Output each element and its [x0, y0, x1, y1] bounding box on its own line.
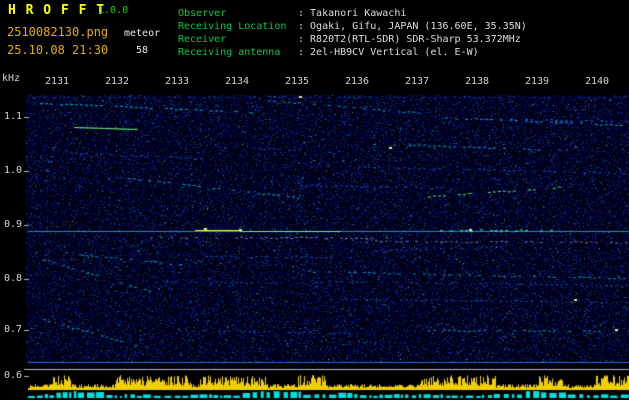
y-tick-label: 0.9 [4, 219, 23, 230]
echo-count: 58 [136, 45, 149, 56]
y-tick-label: 1.0 [4, 165, 23, 176]
hrofft-window: H R O F F T 1.0.0 2510082130.png meteor … [0, 0, 629, 400]
info-value: : R820T2(RTL-SDR) SDR-Sharp 53.372MHz [298, 34, 521, 45]
output-filename: 2510082130.png [7, 25, 109, 39]
spectrogram-canvas [0, 72, 629, 400]
x-tick-label: 2134 [224, 76, 250, 87]
info-label: Receiver [178, 34, 227, 45]
info-value: : Ogaki, Gifu, JAPAN (136.60E, 35.35N) [298, 21, 527, 32]
y-tick-label: 0.8 [4, 273, 23, 284]
y-tick-label: 0.6 [4, 370, 23, 381]
app-title: H R O F F T [8, 3, 106, 18]
info-label: Observer [178, 8, 227, 19]
x-tick-label: 2138 [464, 76, 490, 87]
x-tick-label: 2137 [404, 76, 430, 87]
x-tick-label: 2135 [284, 76, 310, 87]
x-tick-label: 2133 [164, 76, 190, 87]
info-value: : Takanori Kawachi [298, 8, 407, 19]
y-tick-label: 0.7 [4, 324, 23, 335]
station-info: Observer : Takanori Kawachi Receiving Loc… [178, 7, 527, 59]
mode-label: meteor [124, 28, 161, 39]
x-tick-label: 2131 [44, 76, 70, 87]
x-tick-label: 2136 [344, 76, 370, 87]
x-tick-label: 2139 [524, 76, 550, 87]
info-label: Receiving antenna [178, 47, 281, 58]
y-axis-unit: kHz [2, 73, 21, 84]
info-label: Receiving Location [178, 21, 287, 32]
x-tick-label: 2132 [104, 76, 130, 87]
y-tick-label: 1.1 [4, 111, 23, 122]
info-row-receiver: Receiver : R820T2(RTL-SDR) SDR-Sharp 53.3… [178, 33, 527, 46]
header: H R O F F T 1.0.0 2510082130.png meteor … [0, 0, 629, 72]
app-version: 1.0.0 [98, 5, 129, 16]
info-value: : 2el-HB9CV Vertical (el. E-W) [298, 47, 479, 58]
info-row-observer: Observer : Takanori Kawachi [178, 7, 527, 20]
info-row-antenna: Receiving antenna : 2el-HB9CV Vertical (e… [178, 46, 527, 59]
x-tick-label: 2140 [584, 76, 610, 87]
observation-datetime: 25.10.08 21:30 [7, 43, 109, 57]
info-row-location: Receiving Location : Ogaki, Gifu, JAPAN (… [178, 20, 527, 33]
